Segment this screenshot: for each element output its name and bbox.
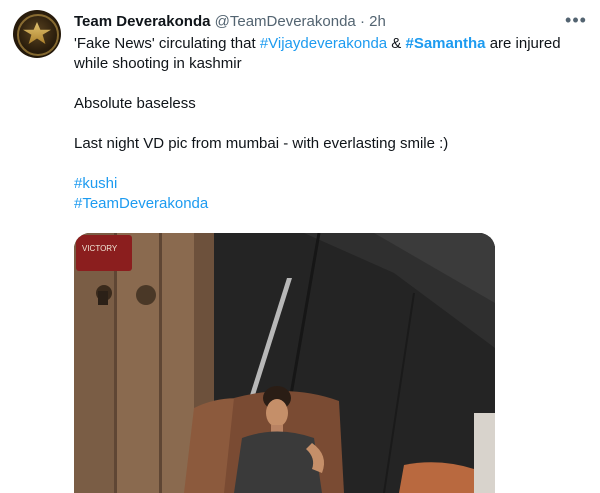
tweet-time[interactable]: 2h [369, 13, 386, 30]
tweet-text: 'Fake News' circulating that #Vijaydever… [74, 34, 586, 214]
tweet-photo[interactable]: VICTORY [74, 233, 495, 493]
tweet-line-3: Absolute baseless [74, 94, 586, 114]
t-shirt [234, 432, 322, 493]
hashtag-kushi[interactable]: #kushi [74, 174, 586, 194]
author-handle[interactable]: @TeamDeverakonda [215, 13, 356, 30]
hashtag-samantha[interactable]: #Samantha [405, 35, 485, 52]
tweet-line-4: Last night VD pic from mumbai - with eve… [74, 134, 586, 154]
line1-middle: & [387, 35, 405, 52]
tweet-line-2: while shooting in kashmir [74, 54, 586, 74]
hashtag-vijaydeverakonda[interactable]: #Vijaydeverakonda [260, 35, 387, 52]
sign-text: VICTORY [82, 244, 118, 253]
tweet[interactable]: Team Deverakonda @TeamDeverakonda · 2h •… [0, 0, 600, 482]
tweet-line-1: 'Fake News' circulating that #Vijaydever… [74, 34, 586, 54]
tweet-header: Team Deverakonda @TeamDeverakonda · 2h [74, 12, 560, 32]
more-options-icon[interactable]: ••• [562, 10, 590, 30]
hashtag-teamdeverakonda[interactable]: #TeamDeverakonda [74, 194, 586, 214]
line1-suffix: are injured [486, 35, 561, 52]
avatar[interactable] [13, 10, 61, 58]
red-sign [76, 235, 132, 271]
separator-dot: · [360, 13, 365, 30]
author-name[interactable]: Team Deverakonda [74, 13, 210, 30]
photo-scene: VICTORY [74, 233, 495, 493]
line1-prefix: 'Fake News' circulating that [74, 35, 260, 52]
face [266, 399, 288, 427]
